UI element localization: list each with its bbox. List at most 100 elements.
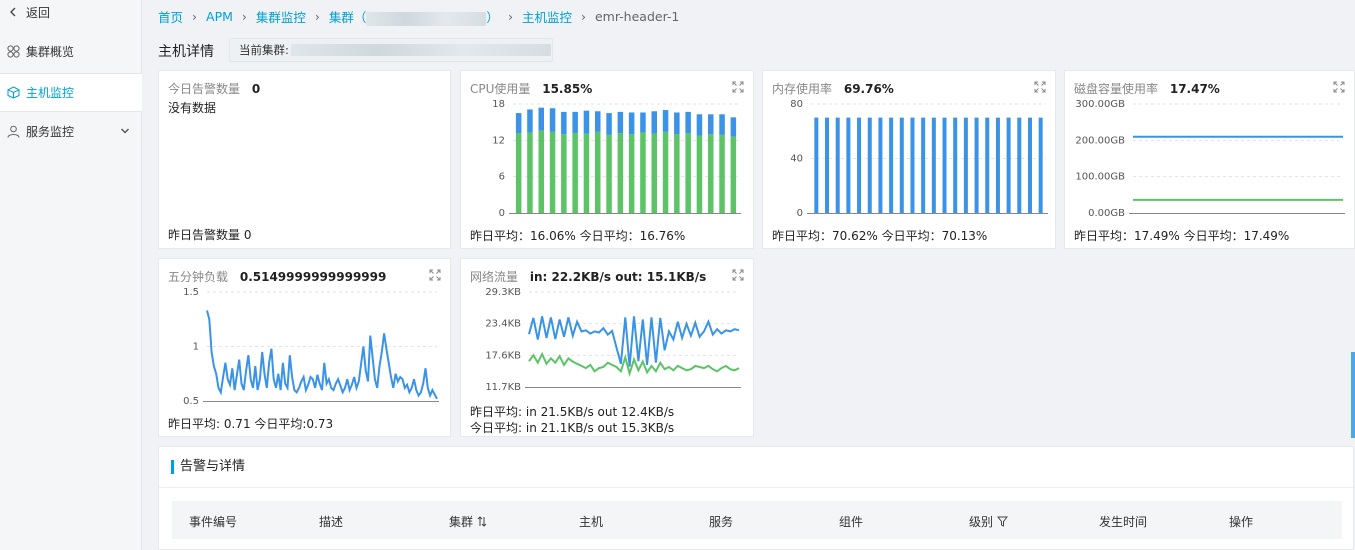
- column-header-cluster[interactable]: 集群: [449, 513, 487, 530]
- cpu-chart: 18 12 6 0: [492, 99, 741, 219]
- breadcrumb: 首页 › APM › 集群监控 › 集群（ ） › 主机监控 › emr-head…: [158, 7, 679, 26]
- bar: [1017, 117, 1022, 213]
- card-footer: 昨日平均：17.49% 今日平均：17.49%: [1074, 229, 1290, 243]
- breadcrumb-host-monitor[interactable]: 主机监控: [522, 7, 572, 26]
- y-tick-label: 12: [492, 135, 505, 146]
- card-footer: 昨日平均：16.06% 今日平均：16.76%: [470, 229, 686, 243]
- bar: [985, 117, 990, 213]
- column-header: 描述: [319, 515, 344, 529]
- bar: [583, 110, 590, 134]
- bar: [561, 111, 567, 135]
- y-tick-label: 40: [790, 154, 803, 165]
- redacted-cluster-name: [366, 11, 487, 26]
- bar: [730, 117, 737, 137]
- main-content: 首页 › APM › 集群监控 › 集群（ ） › 主机监控 › emr-head…: [143, 0, 1355, 550]
- bar: [628, 112, 635, 135]
- y-tick-label: 0.5: [183, 396, 199, 407]
- bar: [953, 117, 958, 213]
- bar: [674, 134, 680, 213]
- bar: [846, 117, 851, 213]
- sidebar-item-service-monitor[interactable]: 服务监控: [0, 113, 142, 149]
- bar: [606, 134, 612, 213]
- current-cluster-label: 当前集群:: [239, 43, 289, 57]
- bar: [662, 131, 669, 213]
- bar: [674, 112, 680, 135]
- bar: [549, 131, 556, 213]
- sidebar-item-label: 服务监控: [26, 124, 75, 139]
- disk-chart: 300.00GB 200.00GB 100.00GB 0.00GB: [1075, 99, 1345, 219]
- breadcrumb-cluster-suffix: ）: [486, 10, 499, 25]
- bar: [889, 117, 894, 213]
- breadcrumb-separator: ›: [314, 9, 320, 24]
- y-tick-label: 80: [790, 99, 803, 110]
- breadcrumb-cluster-monitor[interactable]: 集群监控: [256, 7, 306, 26]
- chevron-left-icon: [6, 5, 20, 19]
- column-header-label: 级别: [969, 515, 994, 529]
- back-label: 返回: [26, 5, 51, 20]
- bar: [910, 117, 915, 213]
- bar: [640, 112, 646, 133]
- breadcrumb-home[interactable]: 首页: [158, 7, 183, 26]
- bar: [857, 117, 862, 213]
- column-header: 组件: [839, 515, 864, 529]
- sidebar-item-host-monitor[interactable]: 主机监控: [0, 73, 142, 112]
- bar: [696, 114, 703, 136]
- breadcrumb-separator: ›: [192, 9, 198, 24]
- y-tick-label: 0: [797, 208, 803, 219]
- bar: [931, 117, 936, 213]
- y-tick-label: 0.00GB: [1088, 208, 1125, 219]
- card-footer: 昨日平均: in 21.5KB/s out 12.4KB/s: [470, 405, 675, 419]
- breadcrumb-cluster[interactable]: 集群（ ）: [329, 7, 499, 26]
- bar: [538, 107, 544, 131]
- bar: [942, 117, 947, 213]
- bar: [835, 117, 840, 213]
- series-line: [206, 310, 438, 400]
- sidebar-item-label: 集群概览: [26, 44, 75, 59]
- card-header: 今日告警数量 0: [168, 80, 260, 97]
- cube-icon: [6, 86, 20, 100]
- breadcrumb-separator: ›: [580, 9, 586, 24]
- load-chart: 1.5 1 0.5: [183, 287, 439, 407]
- card-disk: 磁盘容量使用率 17.47% 300.00GB 200.00GB 100.00GB 0…: [1064, 70, 1355, 249]
- bar: [515, 113, 522, 134]
- filter-icon[interactable]: [996, 516, 1008, 527]
- column-header: 服务: [709, 515, 734, 529]
- bar: [1038, 117, 1043, 213]
- card-footer: 昨日告警数量 0: [168, 228, 252, 242]
- bar: [583, 133, 590, 213]
- breadcrumb-current: emr-header-1: [594, 9, 680, 24]
- bar: [696, 135, 703, 213]
- bar: [685, 133, 691, 213]
- column-header-level[interactable]: 级别: [969, 513, 1008, 530]
- card-footer: 今日平均: in 21.1KB/s out 15.3KB/s: [470, 421, 675, 435]
- sidebar-item-cluster-overview[interactable]: 集群概览: [0, 33, 142, 69]
- bar: [719, 134, 725, 213]
- column-header: 操作: [1229, 515, 1254, 529]
- card-footer: 昨日平均: 0.71 今日平均:0.73: [168, 417, 334, 431]
- card-memory: 内存使用率 69.76% 80 40 0 昨日平均：70.62% 今日平均：70.1…: [762, 70, 1056, 249]
- bar: [921, 117, 926, 213]
- side-scroll-handle[interactable]: [1351, 352, 1355, 438]
- bar: [867, 117, 872, 213]
- bar: [617, 111, 624, 134]
- back-button[interactable]: 返回: [0, 0, 142, 24]
- current-cluster-box: 当前集群:: [229, 38, 553, 62]
- breadcrumb-apm[interactable]: APM: [206, 9, 233, 24]
- memory-chart: 80 40 0: [790, 99, 1048, 219]
- bar: [814, 117, 819, 213]
- bar: [527, 132, 533, 213]
- alerts-section: 告警与详情 事件编号 描述 集群 主机 服务 组件 级别 发生时间 操作: [158, 446, 1354, 550]
- y-tick-label: 300.00GB: [1075, 99, 1125, 110]
- chevron-down-icon[interactable]: [120, 125, 130, 139]
- sidebar-item-label: 主机监控: [26, 86, 75, 100]
- bar: [651, 133, 657, 213]
- bar: [515, 133, 522, 213]
- y-tick-label: 23.4KB: [485, 319, 521, 330]
- user-icon: [6, 124, 20, 138]
- bar: [527, 109, 533, 133]
- bar: [825, 117, 830, 213]
- column-header-label: 集群: [449, 515, 474, 529]
- breadcrumb-cluster-prefix: 集群（: [328, 10, 367, 25]
- sort-icon[interactable]: [477, 516, 487, 527]
- bar: [685, 111, 691, 134]
